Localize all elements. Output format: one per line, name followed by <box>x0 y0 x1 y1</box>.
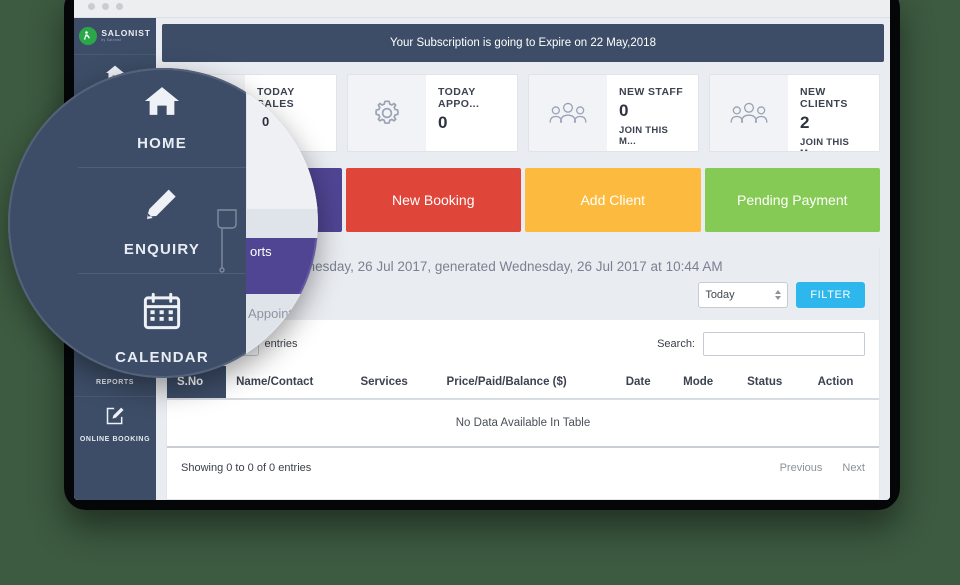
subscription-banner-text: Your Subscription is going to Expire on … <box>390 37 656 49</box>
action-label: Add Client <box>580 192 646 208</box>
magnifier-cursor-glyph <box>214 208 240 274</box>
brand-name: SALONIST <box>101 28 151 39</box>
magnifier-peek-action-label: orts <box>250 244 272 259</box>
people-icon <box>529 75 607 151</box>
magnifier-peek-panel-label: Appointme <box>248 306 311 321</box>
column-header-status[interactable]: Status <box>737 366 808 400</box>
calendar-icon <box>78 290 246 337</box>
column-header-action[interactable]: Action <box>807 366 879 400</box>
edit-square-icon <box>76 406 154 431</box>
magnifier-peek-card-title: TODA <box>262 98 288 108</box>
stat-card-title: NEW CLIENTS <box>800 86 848 110</box>
stat-card-new-staff[interactable]: NEW STAFF 0 JOIN THIS M... <box>528 74 699 152</box>
action-label: New Booking <box>392 192 475 208</box>
magnified-sidebar-item-calendar[interactable]: CALENDAR <box>78 274 246 378</box>
brand-logo[interactable]: SALONIST by Salonist <box>74 18 156 54</box>
action-button-new-booking[interactable]: New Booking <box>345 168 521 232</box>
magnifier-content: TODA 0 orts Appointme HOME ENQUIRY CALEN… <box>8 68 318 378</box>
action-label: Pending Payment <box>736 192 848 208</box>
table-body: No Data Available In Table <box>167 399 879 448</box>
search-label: Search: <box>657 338 695 350</box>
stat-card-title: TODAY APPO... <box>438 86 480 110</box>
magnifier-peek-card <box>246 94 318 210</box>
magnified-label-calendar: CALENDAR <box>115 349 209 366</box>
sidebar-item-label-reports: REPORTS <box>95 378 135 386</box>
pagination-next[interactable]: Next <box>842 462 865 474</box>
stat-card-today-appointments[interactable]: TODAY APPO... 0 <box>347 74 518 152</box>
stat-card-note: JOIN THIS M... <box>800 137 850 151</box>
filter-button[interactable]: FILTER <box>796 282 865 308</box>
magnifier-content-peek: TODA 0 orts Appointme <box>246 68 318 378</box>
window-minimize-dot[interactable] <box>102 3 109 10</box>
date-range-select[interactable]: Today <box>698 282 789 308</box>
search-input[interactable] <box>703 332 865 356</box>
sidebar-item-label-online-booking: ONLINE BOOKING <box>79 435 151 443</box>
window-maximize-dot[interactable] <box>116 3 123 10</box>
salon-chair-icon <box>79 27 98 45</box>
stat-card-value: 0 <box>619 101 629 120</box>
stat-card-value: 2 <box>800 113 810 132</box>
people-icon <box>710 75 788 151</box>
browser-titlebar <box>74 0 890 18</box>
sidebar-item-online-booking[interactable]: ONLINE BOOKING <box>74 395 156 453</box>
magnifier-peek-card-value: 0 <box>262 114 270 129</box>
date-range-value: Today <box>705 289 735 301</box>
empty-message: No Data Available In Table <box>167 399 879 448</box>
home-icon <box>78 84 246 123</box>
action-button-add-client[interactable]: Add Client <box>525 168 701 232</box>
search-area: Search: <box>657 332 865 356</box>
stat-card-note: JOIN THIS M... <box>619 125 669 147</box>
table-footer: Showing 0 to 0 of 0 entries Previous Nex… <box>167 448 879 474</box>
pagination: Previous Next <box>780 462 865 474</box>
stat-card-title: NEW STAFF <box>619 86 684 98</box>
magnified-sidebar-item-home[interactable]: HOME <box>78 68 246 168</box>
subscription-banner: Your Subscription is going to Expire on … <box>162 24 884 62</box>
filter-button-label: FILTER <box>810 289 851 301</box>
magnified-label-home: HOME <box>137 135 187 152</box>
stepper-icon <box>775 290 782 300</box>
magnifier-sidebar-edge <box>8 68 78 378</box>
appointments-table: S.No Name/Contact Services Price/Paid/Ba… <box>167 366 879 448</box>
column-header-services[interactable]: Services <box>350 366 437 400</box>
window-close-dot[interactable] <box>88 3 95 10</box>
table-empty-row: No Data Available In Table <box>167 399 879 448</box>
column-header-price-paid-balance[interactable]: Price/Paid/Balance ($) <box>436 366 616 400</box>
column-header-date[interactable]: Date <box>615 366 674 400</box>
table-footer-info: Showing 0 to 0 of 0 entries <box>181 462 312 474</box>
brand-tagline: by Salonist <box>101 38 122 43</box>
gear-icon <box>348 75 426 151</box>
stat-card-value: 0 <box>438 113 448 132</box>
stat-card-new-clients[interactable]: NEW CLIENTS 2 JOIN THIS M... <box>709 74 880 152</box>
pagination-previous[interactable]: Previous <box>780 462 823 474</box>
column-header-mode[interactable]: Mode <box>673 366 738 400</box>
magnified-label-enquiry: ENQUIRY <box>123 241 201 258</box>
action-button-pending-payment[interactable]: Pending Payment <box>704 168 880 232</box>
magnifier-lens: TODA 0 orts Appointme HOME ENQUIRY CALEN… <box>8 68 318 378</box>
